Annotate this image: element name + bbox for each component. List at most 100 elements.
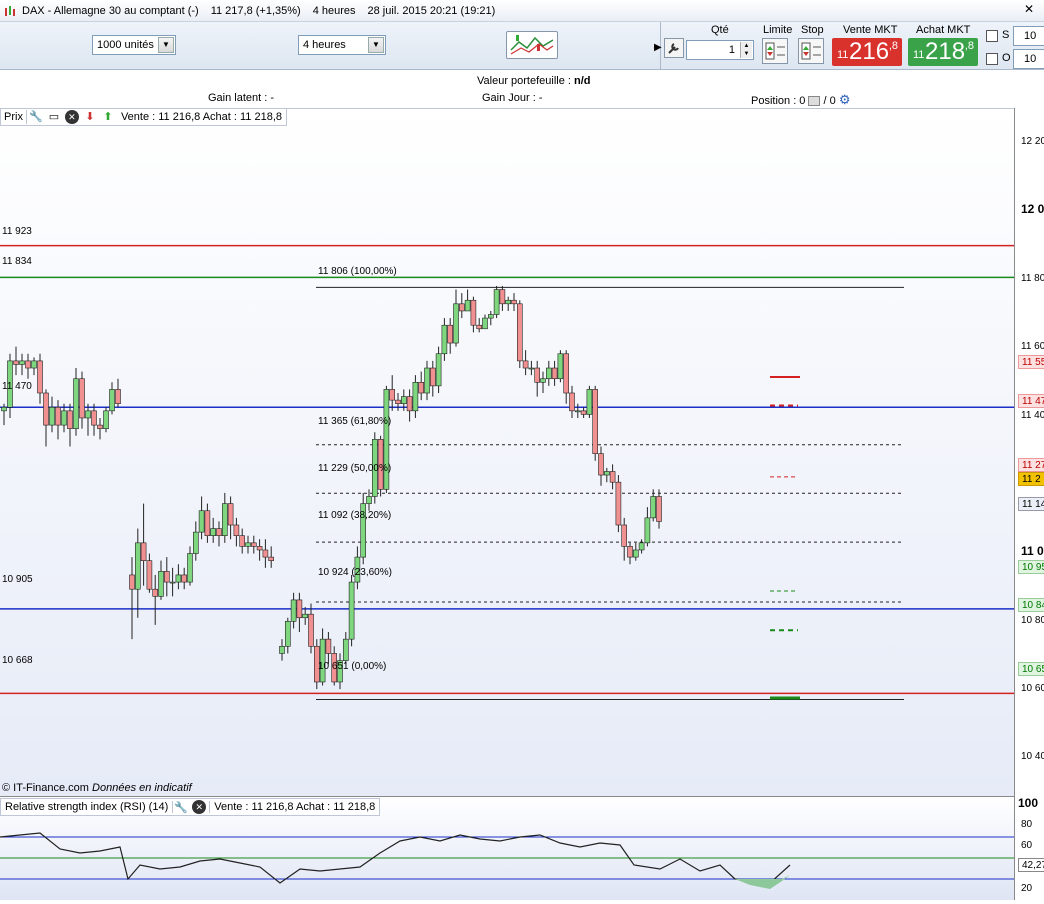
s-checkbox[interactable] xyxy=(986,30,998,42)
candle-body xyxy=(210,528,216,537)
price-tag-low: 11 14 xyxy=(1018,497,1044,511)
o-checkbox[interactable] xyxy=(986,53,998,65)
price-tag-support-3: 10 65 xyxy=(1018,662,1044,676)
fib-label-618: 11 365 (61,80%) xyxy=(318,416,392,427)
limit-order-icon xyxy=(765,42,785,60)
candle-body xyxy=(545,367,552,380)
candle-body xyxy=(615,481,622,526)
y-label: 12 20 xyxy=(1021,136,1044,147)
stop-order-button[interactable] xyxy=(798,38,824,64)
level-label-green-top: 11 834 xyxy=(2,256,32,267)
candle-body xyxy=(187,553,193,583)
candle-body xyxy=(61,410,67,426)
candle-body xyxy=(534,367,541,383)
strategy-chart-icon xyxy=(510,35,554,55)
candle-body xyxy=(418,381,425,394)
candle-body xyxy=(580,410,587,415)
candle-body xyxy=(638,542,645,551)
units-select-value: 1000 unités xyxy=(97,39,154,51)
candle-body xyxy=(158,571,164,597)
candle-body xyxy=(227,503,234,526)
strategy-button[interactable] xyxy=(506,31,558,59)
candle-body xyxy=(31,360,37,369)
rsi-title[interactable]: Relative strength index (RSI) (14) xyxy=(1,801,174,813)
price-tag-limit: 11 47 xyxy=(1018,394,1044,408)
wrench-icon[interactable]: 🔧 xyxy=(173,801,189,814)
candle-body xyxy=(140,542,147,561)
day-gain: Gain Jour : - xyxy=(482,92,543,104)
fib-label-100: 11 806 (100,00%) xyxy=(318,266,397,277)
rsi-value-tag: 42,27 xyxy=(1018,858,1044,872)
qty-input[interactable]: 1 ▲ ▼ xyxy=(686,40,754,60)
candle-body xyxy=(290,599,297,622)
instrument-name: DAX - Allemagne 30 au comptant (-) xyxy=(22,4,199,17)
close-icon[interactable]: ✕ xyxy=(64,110,79,124)
portfolio-value: Valeur portefeuille : n/d xyxy=(477,75,591,87)
candle-body xyxy=(389,389,396,401)
rsi-y-label: 100 xyxy=(1018,796,1039,810)
candle-body xyxy=(279,645,285,654)
candle-body xyxy=(19,360,25,365)
candle-body xyxy=(97,424,103,429)
spinner-icon[interactable]: ▲ ▼ xyxy=(740,42,752,58)
arrow-down-icon[interactable]: ⬇ xyxy=(83,110,97,124)
candle-body xyxy=(499,289,506,305)
candle-body xyxy=(216,528,222,537)
wrench-icon[interactable]: 🔧 xyxy=(29,110,43,124)
units-select[interactable]: 1000 unités ▼ xyxy=(92,35,176,55)
buy-label: Achat MKT xyxy=(916,24,971,36)
candle-body xyxy=(429,367,436,387)
window-icon[interactable]: ▭ xyxy=(47,110,61,124)
portfolio-info-bar: Valeur portefeuille : n/d Gain latent : … xyxy=(0,70,1044,108)
fib-label-0: 10 651 (0,00%) xyxy=(318,661,387,672)
position-info: Position : 0 / 0 ⚙ xyxy=(751,92,851,108)
candle-body xyxy=(55,406,61,426)
fib-label-50: 11 229 (50,00%) xyxy=(318,463,392,474)
portfolio-amount: n/d xyxy=(574,75,591,87)
candle-body xyxy=(609,471,616,483)
y-label: 11 40 xyxy=(1021,410,1044,421)
candle-body xyxy=(528,367,535,370)
price-chart[interactable] xyxy=(0,108,1014,796)
s-input[interactable]: 10 xyxy=(1013,26,1044,46)
candle-body xyxy=(25,360,31,369)
price-chart-canvas[interactable] xyxy=(0,109,1014,797)
rsi-legend: Relative strength index (RSI) (14) 🔧 ✕ V… xyxy=(0,798,381,816)
gear-icon[interactable]: ⚙ xyxy=(839,92,851,107)
buy-market-button[interactable]: 11 218 ,8 xyxy=(908,38,978,66)
arrow-up-icon[interactable]: ⬆ xyxy=(101,110,115,124)
level-label-blue-low: 10 905 xyxy=(2,574,33,585)
candle-body xyxy=(245,542,251,547)
close-icon[interactable]: ✕ xyxy=(192,800,207,814)
sell-decimal: ,8 xyxy=(888,40,898,52)
table-icon[interactable] xyxy=(808,96,821,107)
candle-body xyxy=(412,381,419,412)
price-axis[interactable]: 12 20 12 0 11 80 11 60 11 40 11 0 10 80 … xyxy=(1014,108,1044,900)
candle-body xyxy=(169,581,176,584)
candle-body xyxy=(621,524,628,547)
candle-body xyxy=(458,303,465,312)
qty-value: 1 xyxy=(728,44,735,56)
buy-decimal: ,8 xyxy=(964,40,974,52)
s-label: S xyxy=(1002,29,1010,41)
o-input[interactable]: 10 xyxy=(1013,49,1044,69)
limit-order-button[interactable] xyxy=(762,38,788,64)
sell-price: 216 xyxy=(849,38,890,65)
candle-body xyxy=(308,613,314,647)
wrench-icon[interactable] xyxy=(664,38,684,58)
candle-body xyxy=(239,535,245,547)
candle-body xyxy=(175,574,182,583)
latent-gain: Gain latent : - xyxy=(208,92,275,104)
candle-body xyxy=(505,299,512,305)
sell-prefix: 11 xyxy=(837,49,849,61)
period-select[interactable]: 4 heures ▼ xyxy=(298,35,386,55)
y-label: 10 60 xyxy=(1021,683,1044,694)
collapse-arrow-icon[interactable]: ▶ xyxy=(654,42,662,53)
candle-body xyxy=(627,546,633,558)
rsi-oversold-fill xyxy=(735,875,790,889)
rsi-y-label: 60 xyxy=(1021,840,1033,851)
candle-body xyxy=(193,531,199,554)
close-window-button[interactable]: ✕ xyxy=(1022,3,1036,16)
legend-tag[interactable]: Prix xyxy=(1,110,27,124)
sell-market-button[interactable]: 11 216 ,8 xyxy=(832,38,902,66)
